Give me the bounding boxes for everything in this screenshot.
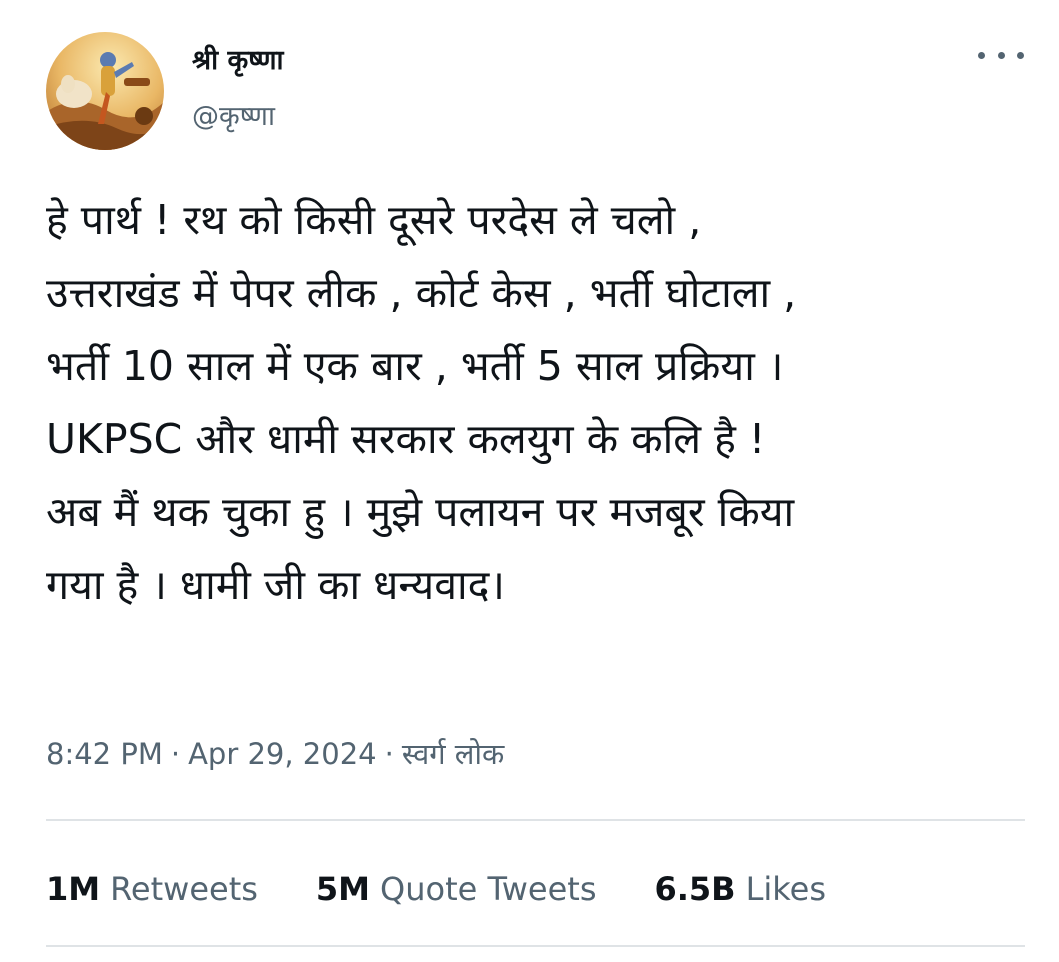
- quote-tweets-stat[interactable]: 5M Quote Tweets: [316, 864, 597, 914]
- display-name[interactable]: श्री कृष्णा: [192, 44, 283, 78]
- divider: [46, 819, 1025, 821]
- likes-count: 6.5B: [654, 870, 736, 908]
- tweet-time[interactable]: 8:42 PM: [46, 737, 163, 771]
- tweet-location: स्वर्ग लोक: [401, 737, 505, 771]
- tweet-text-line: हे पार्थ ! रथ को किसी दूसरे परदेस ले चलो…: [46, 196, 702, 244]
- quote-tweets-label: Quote Tweets: [380, 870, 597, 908]
- meta-separator: ·: [170, 737, 181, 771]
- engagement-stats: 1M Retweets 5M Quote Tweets 6.5B Likes: [46, 864, 826, 914]
- retweets-stat[interactable]: 1M Retweets: [46, 864, 258, 914]
- more-options-button[interactable]: [978, 40, 1024, 70]
- likes-stat[interactable]: 6.5B Likes: [654, 864, 826, 914]
- tweet-text-line: गया है । धामी जी का धन्यवाद।: [46, 561, 505, 609]
- tweet-text: हे पार्थ ! रथ को किसी दूसरे परदेस ले चलो…: [46, 184, 1036, 622]
- tweet-card: श्री कृष्णा @कृष्णा हे पार्थ ! रथ को किस…: [0, 0, 1059, 962]
- tweet-date[interactable]: Apr 29, 2024: [188, 737, 377, 771]
- more-horizontal-icon: [978, 51, 985, 59]
- tweet-text-line: UKPSC और धामी सरकार कलयुग के कलि है !: [46, 415, 766, 463]
- meta-separator: ·: [384, 737, 394, 771]
- quote-tweets-count: 5M: [315, 870, 371, 908]
- retweets-label: Retweets: [110, 870, 258, 908]
- more-horizontal-icon: [1017, 51, 1024, 59]
- tweet-text-line: अब मैं थक चुका हु । मुझे पलायन पर मजबूर …: [46, 488, 795, 536]
- likes-label: Likes: [745, 870, 827, 908]
- user-handle[interactable]: @कृष्णा: [192, 100, 275, 134]
- tweet-text-line: भर्ती 10 साल में एक बार , भर्ती 5 साल प्…: [46, 342, 784, 390]
- tweet-text-line: उत्तराखंड में पेपर लीक , कोर्ट केस , भर्…: [46, 269, 797, 317]
- tweet-metadata: 8:42 PM · Apr 29, 2024 · स्वर्ग लोक: [46, 732, 504, 776]
- divider: [46, 945, 1025, 947]
- avatar-image: [46, 32, 164, 150]
- more-horizontal-icon: [997, 51, 1005, 59]
- retweets-count: 1M: [46, 870, 101, 908]
- avatar[interactable]: [46, 32, 164, 150]
